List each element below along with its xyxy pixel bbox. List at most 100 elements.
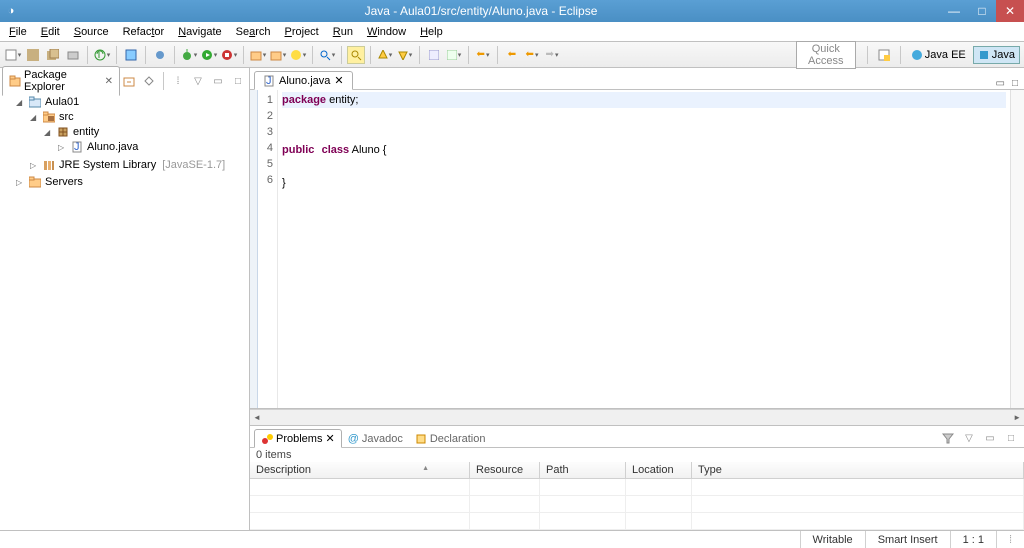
new-type-button[interactable] bbox=[289, 46, 307, 64]
close-button[interactable]: ✕ bbox=[996, 0, 1024, 22]
annotation-prev-button[interactable] bbox=[376, 46, 394, 64]
tab-declaration[interactable]: Declaration bbox=[409, 431, 492, 447]
tree-package[interactable]: ◢ entity bbox=[44, 125, 247, 139]
window-controls: — □ ✕ bbox=[940, 0, 1024, 22]
nav-back-button[interactable]: ⬅ bbox=[503, 46, 521, 64]
status-writable[interactable]: Writable bbox=[800, 531, 865, 548]
tree-java-file[interactable]: ▷ J Aluno.java bbox=[58, 140, 247, 154]
menu-refactor[interactable]: Refactor bbox=[116, 24, 172, 40]
open-perspective-button[interactable] bbox=[873, 46, 895, 64]
expand-icon[interactable]: ▷ bbox=[30, 161, 39, 170]
col-resource[interactable]: Resource bbox=[470, 462, 540, 478]
col-type[interactable]: Type bbox=[692, 462, 1024, 478]
filter-icon[interactable] bbox=[939, 429, 957, 447]
table-row[interactable] bbox=[250, 496, 1024, 513]
last-edit-button[interactable] bbox=[425, 46, 443, 64]
build-button[interactable] bbox=[93, 46, 111, 64]
main-area: Package Explorer ✕ ⁞ ▽ ▭ □ ◢ Aula01 bbox=[0, 68, 1024, 530]
tab-javadoc[interactable]: @ Javadoc bbox=[342, 431, 409, 447]
new-package-button[interactable] bbox=[249, 46, 267, 64]
menu-help[interactable]: Help bbox=[413, 24, 450, 40]
toggle-breadcrumb-button[interactable] bbox=[122, 46, 140, 64]
nav-forward-button[interactable]: ➡ bbox=[543, 46, 561, 64]
code-editor[interactable]: package entity; public class Aluno { } bbox=[278, 90, 1010, 408]
marker-bar[interactable] bbox=[250, 90, 258, 408]
package-explorer-view: Package Explorer ✕ ⁞ ▽ ▭ □ ◢ Aula01 bbox=[0, 68, 250, 530]
code-keyword: class bbox=[322, 144, 350, 156]
perspective-javaee[interactable]: Java EE bbox=[906, 46, 971, 64]
table-row[interactable] bbox=[250, 479, 1024, 496]
open-type-button[interactable] bbox=[318, 46, 336, 64]
tree-src[interactable]: ◢ src bbox=[30, 110, 247, 124]
menu-project[interactable]: Project bbox=[278, 24, 326, 40]
java-file-icon: J bbox=[263, 75, 275, 87]
pin-editor-button[interactable] bbox=[445, 46, 463, 64]
minimize-view-icon[interactable]: ▭ bbox=[209, 72, 227, 90]
filters-icon[interactable]: ⁞ bbox=[169, 72, 187, 90]
line-number-gutter[interactable]: 1 2 3 4 5 6 bbox=[258, 90, 278, 408]
quick-access-input[interactable]: Quick Access bbox=[796, 41, 856, 69]
debug-button[interactable] bbox=[180, 46, 198, 64]
run-button[interactable] bbox=[200, 46, 218, 64]
new-button[interactable] bbox=[4, 46, 22, 64]
minimize-button[interactable]: — bbox=[940, 0, 968, 22]
expand-icon[interactable]: ◢ bbox=[30, 113, 39, 122]
menu-edit[interactable]: Edit bbox=[34, 24, 67, 40]
expand-icon[interactable]: ◢ bbox=[44, 128, 53, 137]
annotation-next-button[interactable] bbox=[396, 46, 414, 64]
menu-run[interactable]: Run bbox=[326, 24, 360, 40]
menu-source[interactable]: Source bbox=[67, 24, 116, 40]
tree-jre-label: JRE System Library bbox=[59, 159, 156, 171]
tree-jre-suffix: [JavaSE-1.7] bbox=[162, 159, 225, 171]
link-editor-icon[interactable] bbox=[140, 72, 158, 90]
status-menu-icon[interactable]: ⁞ bbox=[996, 531, 1024, 548]
tab-problems[interactable]: Problems ✕ bbox=[254, 429, 342, 448]
perspective-java[interactable]: Java bbox=[973, 46, 1020, 64]
editor-mm: ▭ □ bbox=[994, 78, 1021, 89]
tree-project[interactable]: ◢ Aula01 bbox=[16, 95, 247, 109]
menu-navigate[interactable]: Navigate bbox=[171, 24, 228, 40]
expand-icon[interactable]: ▷ bbox=[16, 178, 25, 187]
problems-table[interactable]: Description Resource Path Location Type bbox=[250, 462, 1024, 530]
maximize-view-icon[interactable]: □ bbox=[1002, 429, 1020, 447]
overview-ruler[interactable] bbox=[1010, 90, 1024, 408]
new-class-button[interactable] bbox=[269, 46, 287, 64]
save-button[interactable] bbox=[24, 46, 42, 64]
run-last-button[interactable] bbox=[220, 46, 238, 64]
editor-hscrollbar[interactable] bbox=[250, 409, 1024, 425]
menu-window[interactable]: Window bbox=[360, 24, 413, 40]
view-menu-icon[interactable]: ▽ bbox=[960, 429, 978, 447]
col-location[interactable]: Location bbox=[626, 462, 692, 478]
close-icon[interactable]: ✕ bbox=[105, 76, 113, 87]
collapse-all-icon[interactable] bbox=[120, 72, 138, 90]
maximize-view-icon[interactable]: □ bbox=[229, 72, 247, 90]
col-description[interactable]: Description bbox=[250, 462, 470, 478]
expand-icon[interactable]: ▷ bbox=[58, 143, 67, 152]
code-keyword: package bbox=[282, 94, 326, 106]
line-number: 5 bbox=[258, 156, 273, 172]
minimize-editor-icon[interactable]: ▭ bbox=[994, 78, 1007, 89]
col-path[interactable]: Path bbox=[540, 462, 626, 478]
save-all-button[interactable] bbox=[44, 46, 62, 64]
back-button[interactable]: ⬅ bbox=[474, 46, 492, 64]
tree-servers[interactable]: ▷ Servers bbox=[16, 175, 247, 189]
close-icon[interactable]: ✕ bbox=[334, 74, 343, 87]
menu-file[interactable]: File bbox=[2, 24, 34, 40]
close-icon[interactable]: ✕ bbox=[325, 432, 334, 445]
print-button[interactable] bbox=[64, 46, 82, 64]
minimize-view-icon[interactable]: ▭ bbox=[981, 429, 999, 447]
expand-icon[interactable]: ◢ bbox=[16, 98, 25, 107]
nav-back-menu[interactable]: ⬅ bbox=[523, 46, 541, 64]
editor-tab-aluno[interactable]: J Aluno.java ✕ bbox=[254, 71, 353, 90]
search-button[interactable] bbox=[347, 46, 365, 64]
maximize-button[interactable]: □ bbox=[968, 0, 996, 22]
table-row[interactable] bbox=[250, 513, 1024, 530]
status-insert-mode[interactable]: Smart Insert bbox=[865, 531, 950, 548]
tree-jre[interactable]: ▷ JRE System Library [JavaSE-1.7] bbox=[30, 158, 247, 172]
status-cursor-position[interactable]: 1 : 1 bbox=[950, 531, 996, 548]
package-explorer-tree[interactable]: ◢ Aula01 ◢ src bbox=[2, 92, 247, 528]
maximize-editor-icon[interactable]: □ bbox=[1010, 78, 1020, 89]
skip-breakpoints-button[interactable] bbox=[151, 46, 169, 64]
view-menu-icon[interactable]: ▽ bbox=[189, 72, 207, 90]
menu-search[interactable]: Search bbox=[229, 24, 278, 40]
